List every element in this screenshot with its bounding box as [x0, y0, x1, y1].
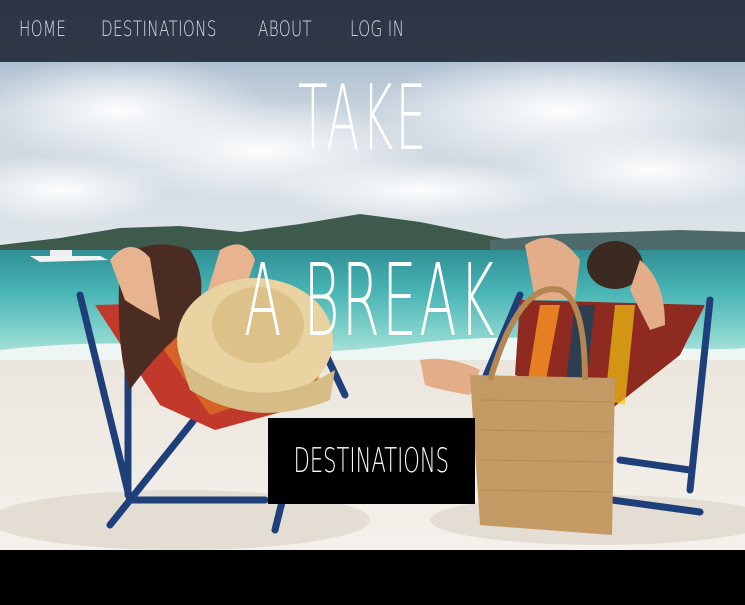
hero-title-line-1: TAKE [298, 66, 429, 171]
footer-band [0, 550, 745, 605]
nav-login-link[interactable]: LOG IN [350, 17, 404, 41]
nav-destinations-link[interactable]: DESTINATIONS [101, 17, 217, 41]
top-nav: HOME DESTINATIONS ABOUT LOG IN [0, 0, 745, 62]
hero-title-line-2: A BREAK [244, 242, 498, 359]
nav-home-link[interactable]: HOME [19, 17, 66, 41]
nav-about-link[interactable]: ABOUT [258, 17, 312, 41]
destinations-cta-button[interactable]: DESTINATIONS [268, 418, 475, 504]
page: HOME DESTINATIONS ABOUT LOG IN TAKE A BR… [0, 0, 745, 605]
destinations-cta-label: DESTINATIONS [293, 441, 450, 481]
